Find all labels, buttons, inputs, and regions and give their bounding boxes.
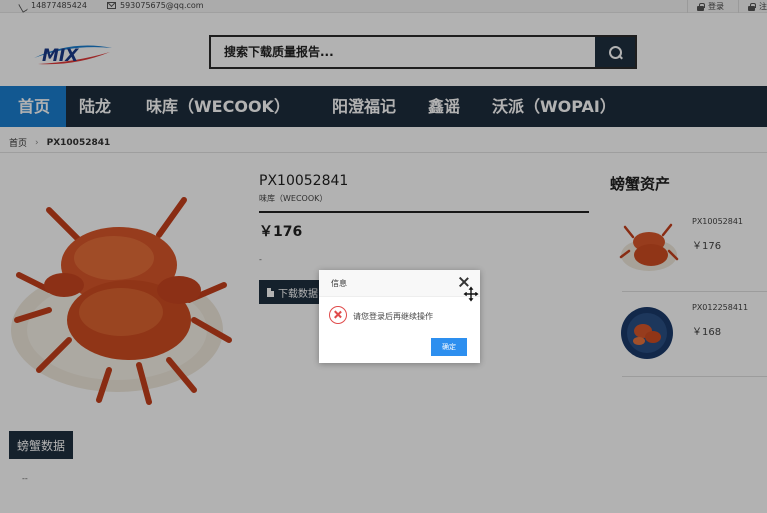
info-dialog: 信息 请您登录后再继续操作 确定 <box>319 270 480 363</box>
modal-overlay[interactable] <box>0 0 767 513</box>
dialog-header[interactable]: 信息 <box>319 270 480 297</box>
dialog-title: 信息 <box>331 279 347 288</box>
error-icon <box>329 306 347 324</box>
confirm-button[interactable]: 确定 <box>431 338 467 356</box>
dialog-message: 请您登录后再继续操作 <box>353 312 433 321</box>
move-cursor-icon <box>463 286 479 302</box>
